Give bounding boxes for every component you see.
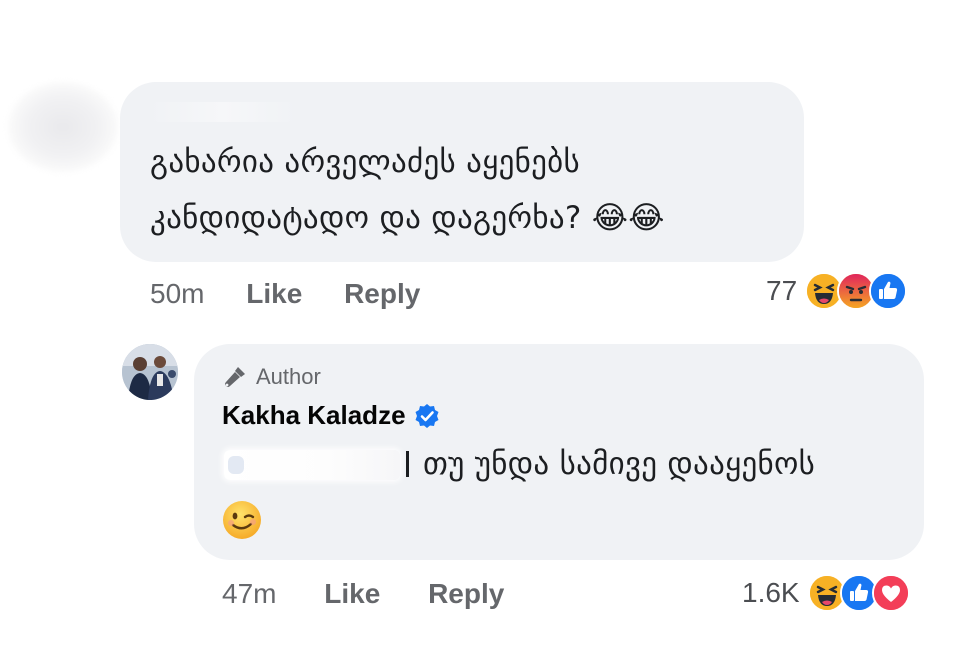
- reply-text: თუ უნდა სამივე დააყენოს: [423, 446, 816, 482]
- microphone-icon: [222, 364, 248, 390]
- comment-text: გახარია არველაძეს აყენებს კანდიდატადო და…: [150, 144, 665, 236]
- reply-reply-button[interactable]: Reply: [428, 578, 504, 609]
- comment-like-button[interactable]: Like: [246, 278, 302, 309]
- author-badge-label: Author: [256, 364, 321, 389]
- reply-author-name[interactable]: Kakha Kaladze: [222, 400, 406, 431]
- comment-reaction-count[interactable]: 77: [766, 275, 797, 307]
- love-icon: [871, 574, 910, 612]
- reply-bubble: Author Kakha Kaladze თუ უნდა სამივე დააყ…: [194, 344, 924, 560]
- comment-reactions[interactable]: 77: [766, 272, 908, 310]
- wink-icon: [222, 500, 262, 540]
- comment-bubble: გახარია არველაძეს აყენებს კანდიდატადო და…: [120, 82, 804, 262]
- reply-meta: 47m Like Reply: [222, 578, 504, 610]
- like-icon: [869, 272, 908, 310]
- comment-reply-button[interactable]: Reply: [344, 278, 420, 309]
- verified-badge-icon: [414, 403, 440, 429]
- mention-end-bar: [406, 451, 409, 477]
- commenter-name-redacted[interactable]: [148, 102, 298, 122]
- reply-timestamp[interactable]: 47m: [222, 578, 276, 609]
- comment-timestamp[interactable]: 50m: [150, 278, 204, 309]
- comment-meta: 50m Like Reply: [150, 278, 420, 310]
- reply-like-button[interactable]: Like: [324, 578, 380, 609]
- reply-reactions[interactable]: 1.6K: [742, 574, 910, 612]
- mentioned-user-redacted[interactable]: [224, 450, 400, 480]
- reply-text-line: თუ უნდა სამივე დააყენოს: [406, 442, 815, 486]
- commenter-avatar-redacted[interactable]: [8, 82, 118, 172]
- author-badge: Author: [222, 364, 321, 390]
- reply-reaction-count[interactable]: 1.6K: [742, 577, 800, 609]
- kaladze-avatar[interactable]: [122, 344, 178, 400]
- reply-author: Kakha Kaladze: [222, 400, 440, 431]
